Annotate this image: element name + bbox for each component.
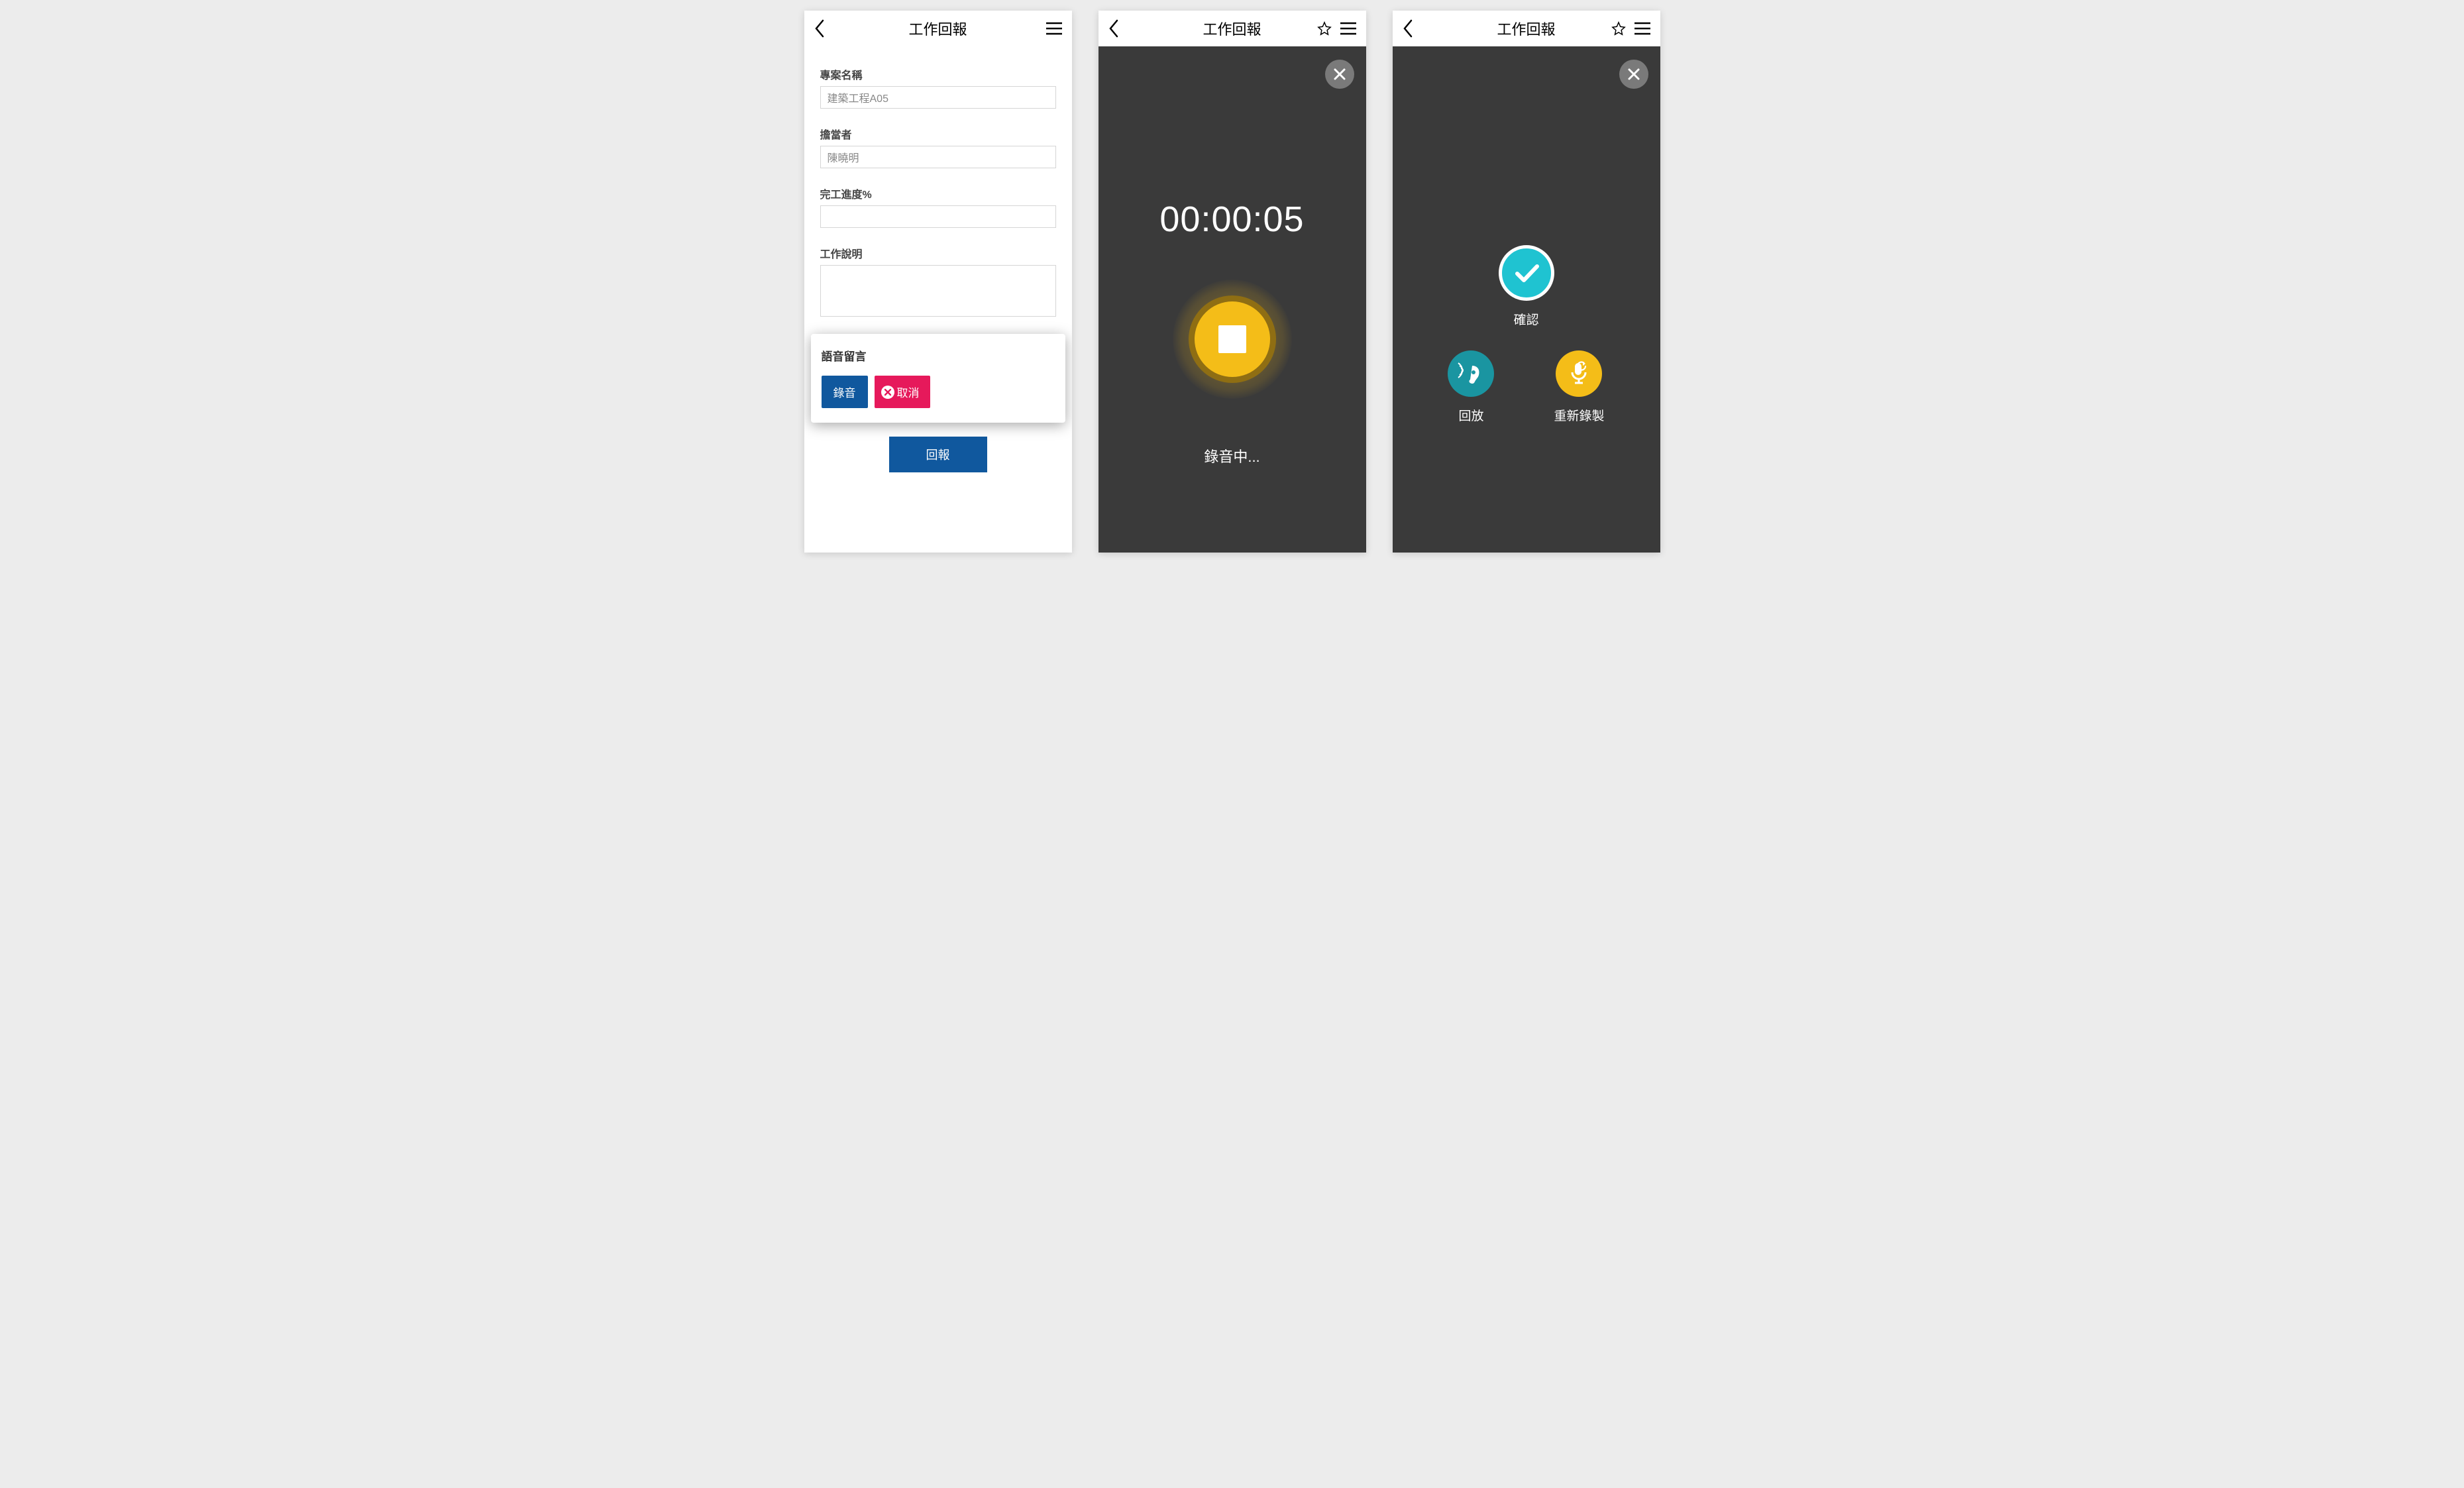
- topbar: 工作回報: [1393, 11, 1660, 46]
- desc-label: 工作說明: [820, 245, 1056, 261]
- rerecord-label: 重新錄製: [1554, 406, 1604, 424]
- finished-overlay: 確認 回放: [1393, 46, 1660, 553]
- back-icon[interactable]: [1402, 19, 1414, 38]
- rerecord-button[interactable]: 重新錄製: [1554, 350, 1604, 424]
- stop-icon: [1218, 325, 1246, 353]
- progress-input[interactable]: [820, 205, 1056, 228]
- progress-label: 完工進度%: [820, 186, 1056, 201]
- recording-timer: 00:00:05: [1159, 199, 1304, 240]
- desc-textarea[interactable]: [820, 265, 1056, 317]
- topbar: 工作回報: [804, 11, 1072, 46]
- star-icon[interactable]: [1611, 21, 1626, 36]
- screen-recording: 工作回報 00:00:05 錄音中...: [1098, 11, 1366, 553]
- action-cluster: 確認 回放: [1393, 245, 1660, 424]
- recording-overlay: 00:00:05 錄音中...: [1098, 46, 1366, 553]
- back-icon[interactable]: [814, 19, 826, 38]
- mic-redo-icon: [1556, 350, 1602, 397]
- ear-icon: [1448, 350, 1494, 397]
- recording-status: 錄音中...: [1204, 445, 1259, 466]
- owner-input[interactable]: [820, 146, 1056, 168]
- cancel-x-icon: [881, 386, 894, 399]
- back-icon[interactable]: [1108, 19, 1120, 38]
- project-label: 專案名稱: [820, 66, 1056, 82]
- close-icon[interactable]: [1325, 60, 1354, 89]
- cancel-label: 取消: [897, 384, 920, 400]
- menu-icon[interactable]: [1045, 22, 1063, 35]
- voice-popup-title: 語音留言: [822, 347, 1055, 364]
- confirm-label: 確認: [1513, 310, 1538, 328]
- star-icon[interactable]: [1317, 21, 1332, 36]
- menu-icon[interactable]: [1340, 22, 1357, 35]
- replay-button[interactable]: 回放: [1448, 350, 1494, 424]
- cancel-button[interactable]: 取消: [875, 376, 930, 408]
- topbar: 工作回報: [1098, 11, 1366, 46]
- record-button[interactable]: 錄音: [822, 376, 868, 408]
- confirm-button[interactable]: 確認: [1499, 245, 1554, 328]
- stop-button[interactable]: [1173, 280, 1292, 399]
- screen-finished: 工作回報 確認: [1393, 11, 1660, 553]
- close-icon[interactable]: [1619, 60, 1648, 89]
- screen-form: 工作回報 專案名稱 擔當者 完工進度% 工作說明 回報 語音留言: [804, 11, 1072, 553]
- submit-button[interactable]: 回報: [889, 437, 987, 472]
- replay-label: 回放: [1458, 406, 1483, 424]
- form-area: 專案名稱 擔當者 完工進度% 工作說明 回報: [804, 46, 1072, 553]
- menu-icon[interactable]: [1634, 22, 1651, 35]
- page-title: 工作回報: [804, 18, 1072, 39]
- check-icon: [1499, 245, 1554, 301]
- voice-popup: 語音留言 錄音 取消: [811, 334, 1065, 423]
- project-input[interactable]: [820, 86, 1056, 109]
- owner-label: 擔當者: [820, 126, 1056, 142]
